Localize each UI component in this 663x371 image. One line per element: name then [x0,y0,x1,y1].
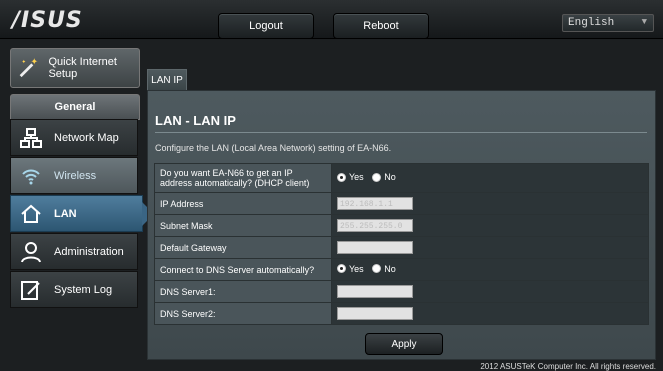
dns-auto-no-radio[interactable]: No [372,264,396,274]
sidebar-item-lan[interactable]: LAN [10,195,154,232]
subnet-mask-label: Subnet Mask [154,214,332,237]
logout-button[interactable]: Logout [218,13,314,39]
radio-selected-icon [337,264,346,274]
dns-auto-yes-radio[interactable]: Yes [337,264,364,274]
magic-wand-icon: ✦ ✦ [19,57,39,78]
subnet-mask-field[interactable]: 255.255.255.0 [337,219,413,232]
default-gateway-field[interactable] [337,241,413,254]
title-divider [155,132,647,133]
menu-section-general: General [10,94,140,120]
radio-icon [372,172,382,182]
sidebar-item-system-log[interactable]: System Log [10,271,138,308]
sidebar-item-label: Administration [54,245,124,258]
system-log-icon [21,280,40,300]
top-bar: /ISUS Logout Reboot English ▼ [0,0,663,39]
radio-selected-icon [337,172,346,182]
copyright-footer: 2012 ASUSTeK Computer Inc. All rights re… [480,362,656,371]
quick-setup-label: Quick Internet Setup [48,56,117,80]
sidebar-item-administration[interactable]: Administration [10,233,138,270]
svg-text:✦: ✦ [22,58,27,65]
ip-address-field[interactable]: 192.168.1.1 [337,197,413,210]
dhcp-label: Do you want EA-N66 to get an IP address … [154,163,332,193]
wireless-icon [22,169,40,184]
default-gateway-label: Default Gateway [154,236,332,259]
home-icon [21,204,41,223]
form-row-dhcp: Do you want EA-N66 to get an IP address … [154,163,649,193]
dns-server1-field[interactable] [337,285,413,298]
dns-server2-field[interactable] [337,307,413,320]
dns-auto-label: Connect to DNS Server automatically? [154,258,332,281]
form-row-dns1: DNS Server1: [154,280,649,303]
tab-lan-ip[interactable]: LAN IP [147,69,187,91]
dns-server1-label: DNS Server1: [154,280,332,303]
language-value: English [568,17,615,29]
sidebar-item-label: Wireless [54,169,97,182]
language-select[interactable]: English ▼ [562,14,654,32]
form-row-mask: Subnet Mask 255.255.255.0 [154,214,649,237]
dhcp-no-radio[interactable]: No [372,172,396,182]
page-title: LAN - LAN IP [155,113,236,128]
admin-user-icon [21,241,41,262]
asus-logo: /ISUS [12,8,83,33]
dns-server2-label: DNS Server2: [154,302,332,325]
network-map-icon [20,127,42,148]
lan-ip-form: Do you want EA-N66 to get an IP address … [154,163,649,325]
chevron-down-icon: ▼ [641,17,647,27]
svg-text:✦: ✦ [31,57,39,67]
sidebar-item-network-map[interactable]: Network Map [10,119,138,156]
lan-ip-panel: LAN - LAN IP Configure the LAN (Local Ar… [147,90,656,360]
form-row-ip: IP Address 192.168.1.1 [154,192,649,215]
sidebar-item-label: LAN [54,207,77,220]
form-row-dns-auto: Connect to DNS Server automatically? Yes… [154,258,649,281]
radio-icon [372,264,382,274]
page-description: Configure the LAN (Local Area Network) s… [155,143,392,153]
sidebar-item-label: System Log [54,283,113,296]
ip-address-label: IP Address [154,192,332,215]
quick-internet-setup-button[interactable]: ✦ ✦ Quick Internet Setup [10,48,140,88]
apply-button[interactable]: Apply [365,333,443,355]
dhcp-yes-radio[interactable]: Yes [337,172,364,182]
form-row-gateway: Default Gateway [154,236,649,259]
sidebar-item-wireless[interactable]: Wireless [10,157,138,194]
sidebar-item-label: Network Map [54,131,119,144]
form-row-dns2: DNS Server2: [154,302,649,325]
reboot-button[interactable]: Reboot [333,13,429,39]
